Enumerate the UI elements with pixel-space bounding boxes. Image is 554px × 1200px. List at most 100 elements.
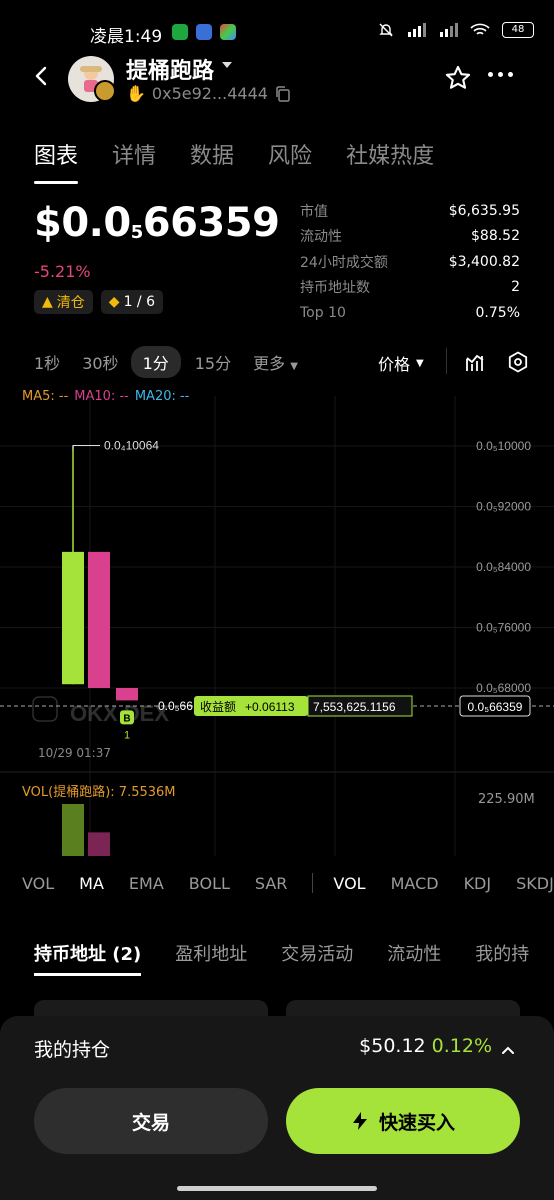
indicator-selector: VOL MA EMA BOLL SAR VOL MACD KDJ SKDJ xyxy=(22,873,554,893)
divider xyxy=(446,348,447,374)
current-price-tag-text: 0.0₅66359 xyxy=(468,700,523,714)
tab-activity[interactable]: 交易活动 xyxy=(281,940,353,976)
interval-15m[interactable]: 15分 xyxy=(195,350,231,374)
volume-bar xyxy=(88,832,110,856)
candle-body xyxy=(62,551,84,685)
watermark: OKX DEX xyxy=(32,696,169,726)
trade-button[interactable]: 交易 xyxy=(34,1088,268,1154)
pnl-value: +0.06113 xyxy=(245,700,295,714)
wechat-icon xyxy=(172,24,188,40)
stat-holders: 持币地址数 2 xyxy=(300,279,520,297)
ind-ema[interactable]: EMA xyxy=(129,874,164,893)
position-amount: 7,553,625.1156 xyxy=(313,700,396,714)
price-change: -5.21% xyxy=(34,262,91,281)
ind-kdj[interactable]: KDJ xyxy=(464,874,492,893)
holding-value: $50.12 0.12% xyxy=(359,1035,492,1057)
main-tabs: 图表 详情 数据 风险 社媒热度 xyxy=(34,138,468,184)
interval-more[interactable]: 更多 ▼ xyxy=(253,350,298,374)
tag-row: ▲ 清仓 ◆ 1 / 6 xyxy=(34,290,163,314)
ind-macd[interactable]: MACD xyxy=(391,874,439,893)
clear-tag[interactable]: ▲ 清仓 xyxy=(34,290,93,314)
interval-1m[interactable]: 1分 xyxy=(130,346,181,378)
mute-bell-icon xyxy=(379,23,393,37)
x-axis-label: 10/29 01:37 xyxy=(38,746,111,760)
ind-sar[interactable]: SAR xyxy=(255,874,288,893)
buy-count: 1 xyxy=(124,729,130,741)
tab-social[interactable]: 社媒热度 xyxy=(346,138,434,184)
holding-label: 我的持仓 xyxy=(34,1039,111,1061)
max-price-label-text: 0.0₄10064 xyxy=(104,439,159,453)
status-bar: 凌晨1:49 48 xyxy=(0,0,554,56)
status-icons: 48 xyxy=(378,22,534,38)
ind-ma[interactable]: MA xyxy=(79,874,104,893)
chevron-up-icon[interactable] xyxy=(500,1042,516,1058)
interval-selector: 1秒 30秒 1分 15分 更多 ▼ xyxy=(34,346,320,378)
tab-my-holding[interactable]: 我的持 xyxy=(475,940,529,976)
ind-boll[interactable]: BOLL xyxy=(189,874,230,893)
signal-2-icon xyxy=(440,23,458,37)
tab-chart[interactable]: 图表 xyxy=(34,138,79,184)
current-price-left: 0.0₅66 xyxy=(158,699,193,713)
volume-legend: VOL(提桶跑路): 7.5536M xyxy=(22,785,176,800)
y-tick-label: 0.0₅92000 xyxy=(476,500,531,514)
wave-hand-icon: ✋ xyxy=(126,84,146,103)
y-tick-label: 0.0₅10000 xyxy=(476,439,531,453)
buy-marker-label: B xyxy=(123,713,130,724)
ratio-tag[interactable]: ◆ 1 / 6 xyxy=(100,290,163,314)
token-name[interactable]: 提桶跑路 xyxy=(126,53,214,85)
stat-top10: Top 10 0.75% xyxy=(300,304,520,321)
battery-icon: 48 xyxy=(502,22,534,38)
divider xyxy=(312,873,314,893)
stat-market-cap: 市值 $6,635.95 xyxy=(300,202,520,220)
indicator-chart-icon[interactable] xyxy=(464,350,488,374)
diamond-icon: ◆ xyxy=(108,294,120,310)
tab-risk[interactable]: 风险 xyxy=(268,138,312,184)
wifi-icon xyxy=(470,23,490,35)
star-icon[interactable] xyxy=(444,64,472,92)
y-tick-label: 0.0₅84000 xyxy=(476,560,531,574)
address-row: ✋ 0x5e92...4444 xyxy=(126,84,292,103)
status-time: 凌晨1:49 xyxy=(90,27,163,47)
bottom-tabs: 持币地址 (2) 盈利地址 交易活动 流动性 我的持 xyxy=(34,940,554,976)
store-icon xyxy=(220,24,236,40)
tab-profitable[interactable]: 盈利地址 xyxy=(175,940,247,976)
tab-holders[interactable]: 持币地址 (2) xyxy=(34,940,142,976)
settings-hexagon-icon[interactable] xyxy=(506,350,530,374)
current-price: $0.0566359 xyxy=(34,200,280,246)
chevron-down-icon[interactable] xyxy=(222,62,232,68)
volume-axis-label: 225.90M xyxy=(478,792,535,807)
candle-body xyxy=(88,551,110,688)
signal-icon xyxy=(408,23,426,37)
candles: B1 xyxy=(62,445,138,741)
y-tick-label: 0.0₅68000 xyxy=(476,681,531,695)
ind-vol[interactable]: VOL xyxy=(22,874,54,893)
volume-bars xyxy=(62,804,110,856)
tab-details[interactable]: 详情 xyxy=(112,138,156,184)
watermark-text: OKX DEX xyxy=(70,701,169,726)
interval-30s[interactable]: 30秒 xyxy=(82,350,118,374)
quick-buy-button[interactable]: 快速买入 xyxy=(286,1088,520,1154)
pnl-label: 收益额 xyxy=(200,700,236,714)
tab-data[interactable]: 数据 xyxy=(190,138,234,184)
stat-liquidity: 流动性 $88.52 xyxy=(300,228,520,246)
stat-volume-24h: 24小时成交额 $3,400.82 xyxy=(300,253,520,271)
home-indicator[interactable] xyxy=(177,1186,377,1191)
y-axis: 0.0₅10000 0.0₅92000 0.0₅84000 0.0₅76000 0.0₅… xyxy=(476,439,531,695)
lightning-icon xyxy=(352,1112,367,1130)
hat-icon: ▲ xyxy=(42,294,53,310)
interval-1s[interactable]: 1秒 xyxy=(34,350,60,374)
max-price-label: 0.0₄10064 xyxy=(72,439,159,453)
volume-bar xyxy=(62,804,84,856)
price-toggle[interactable]: 价格 ▼ xyxy=(378,351,424,375)
ind-skdj[interactable]: SKDJ xyxy=(516,874,554,893)
more-icon[interactable] xyxy=(488,72,513,77)
y-tick-label: 0.0₅76000 xyxy=(476,621,531,635)
ind-vol-sub[interactable]: VOL xyxy=(333,874,365,893)
copy-icon[interactable] xyxy=(274,85,292,103)
tab-liquidity[interactable]: 流动性 xyxy=(387,940,441,976)
candle-body xyxy=(116,688,138,701)
app-icon xyxy=(196,24,212,40)
contract-address: 0x5e92...4444 xyxy=(151,84,268,103)
back-icon[interactable] xyxy=(30,64,54,88)
chain-badge-icon xyxy=(94,80,116,102)
